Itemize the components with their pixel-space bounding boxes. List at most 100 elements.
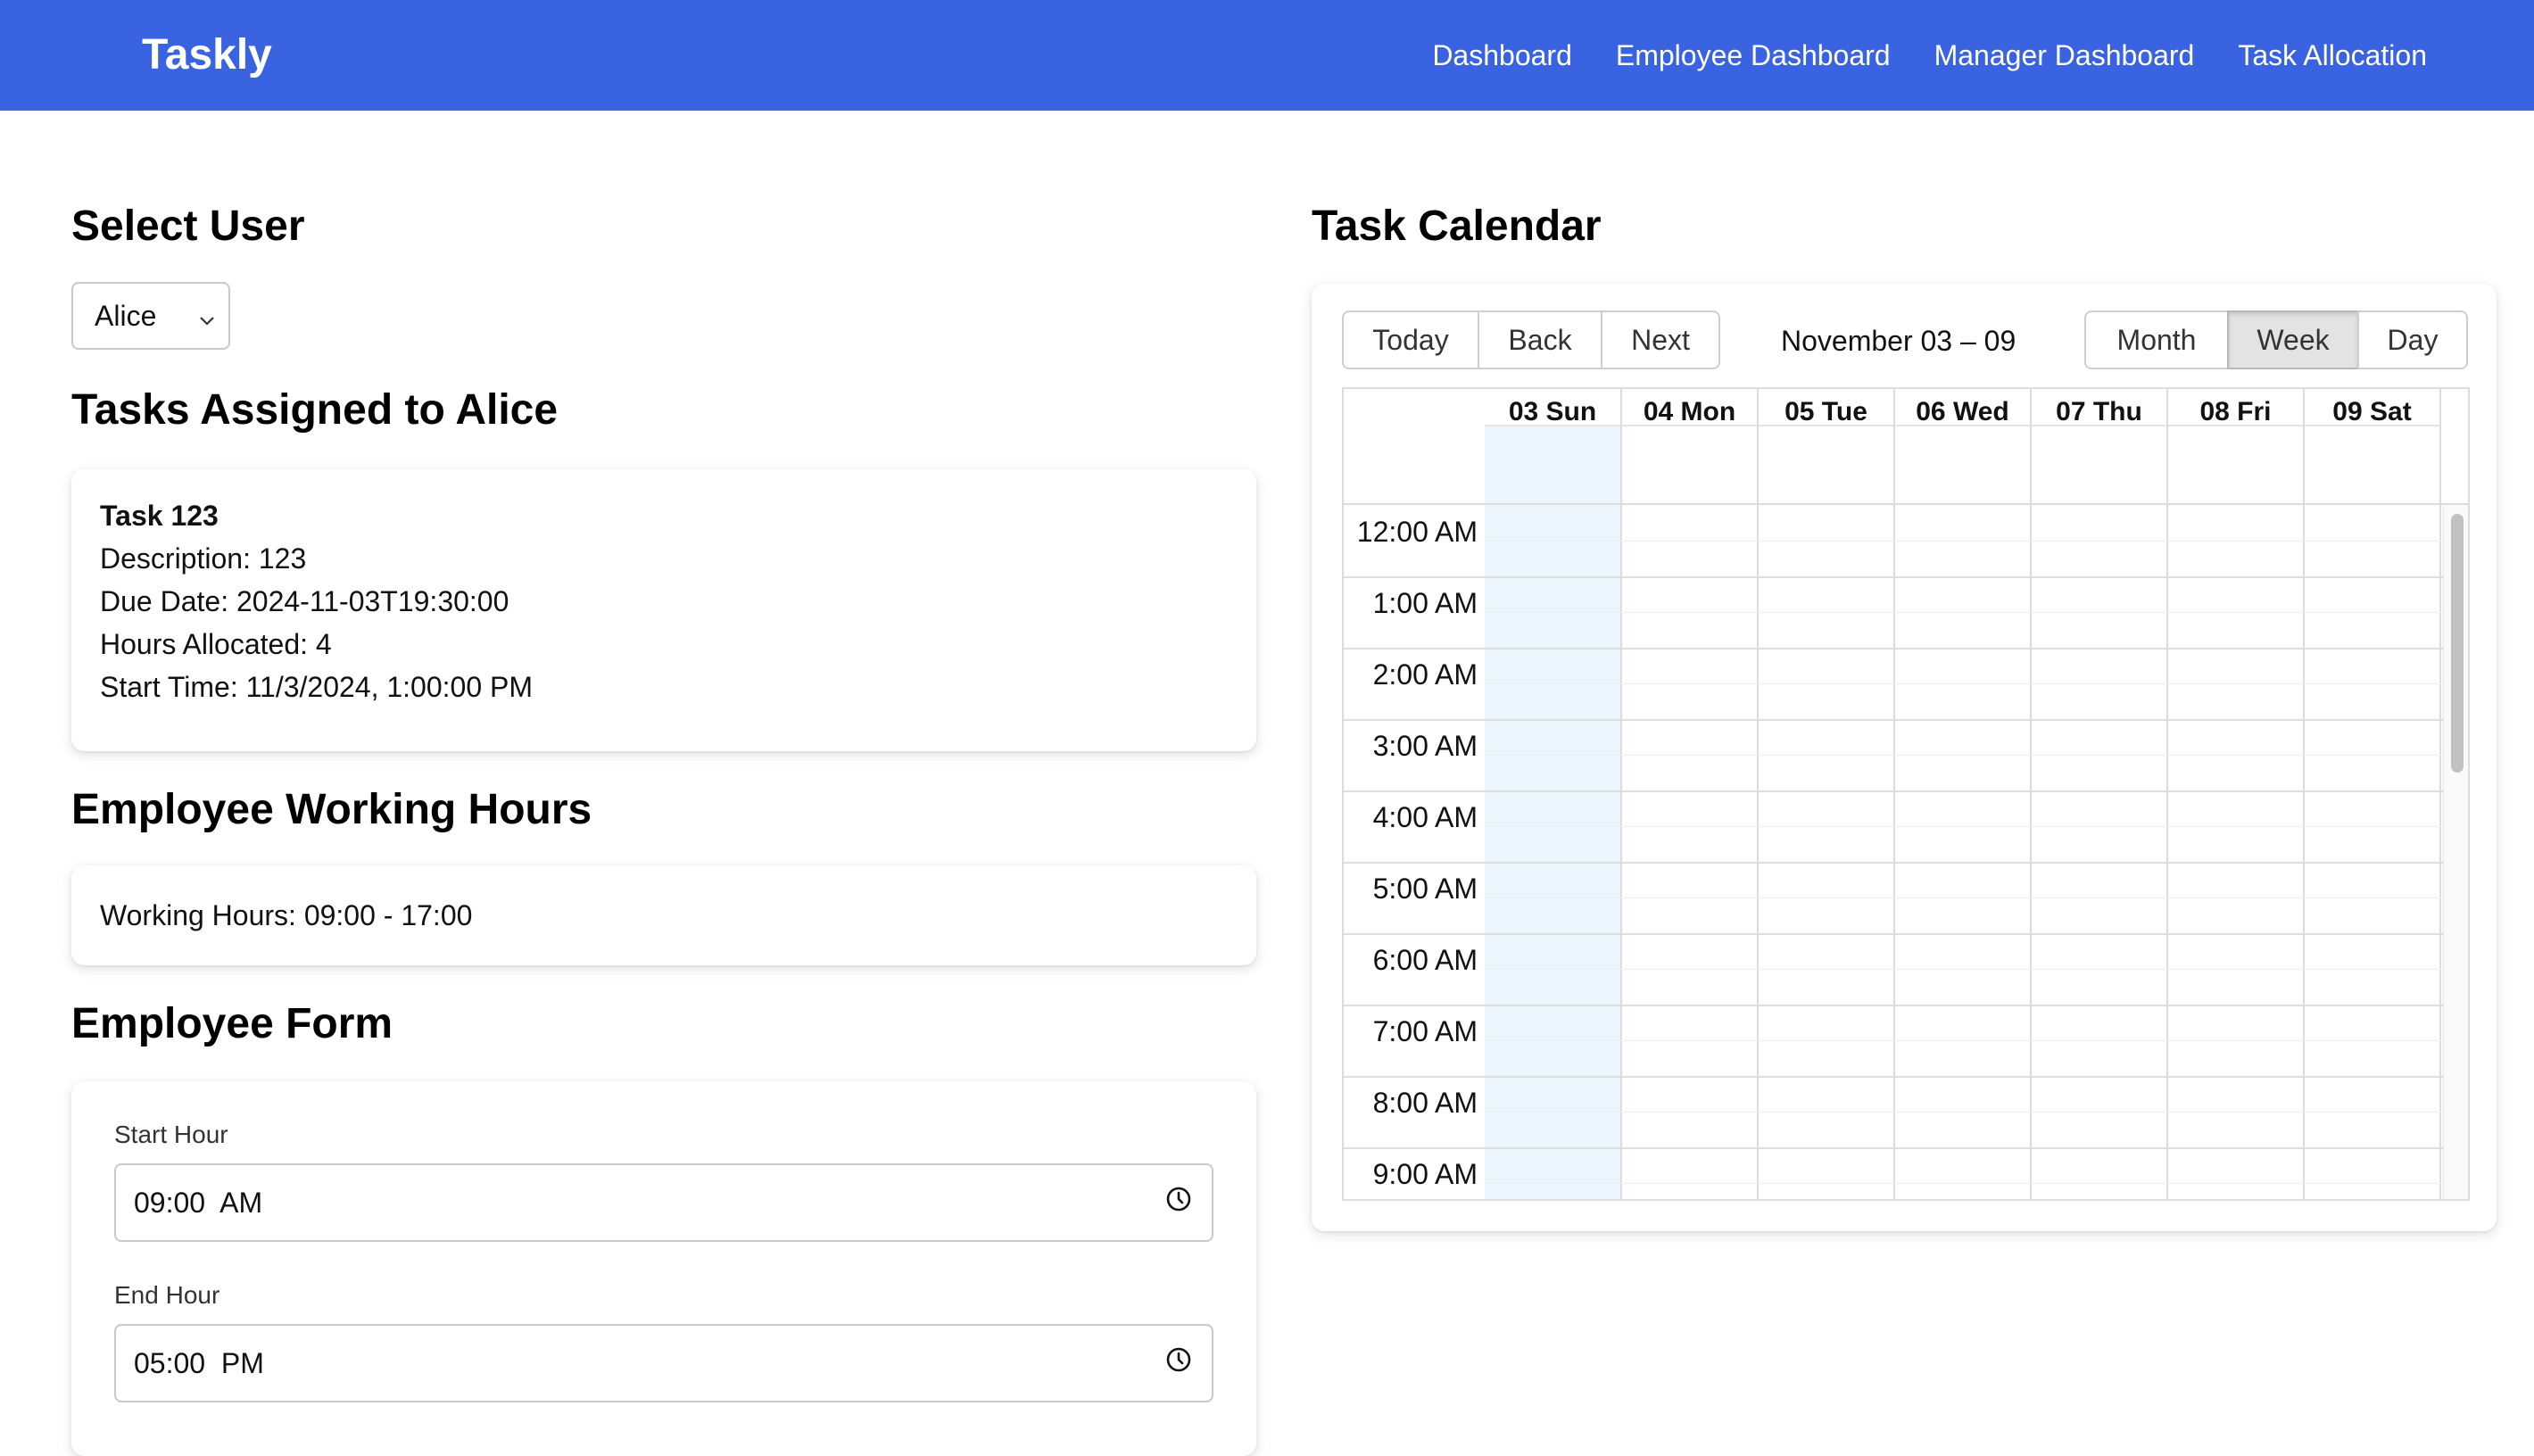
- end-hour-input[interactable]: 05:00 PM: [114, 1324, 1213, 1402]
- time-label: 3:00 AM: [1372, 730, 1478, 762]
- hour-line: [1485, 576, 2466, 578]
- day-column-thu[interactable]: [2032, 505, 2168, 1199]
- time-label: 4:00 AM: [1372, 801, 1478, 833]
- hour-line: [1485, 719, 2466, 721]
- employee-form: Start Hour 09:00 AM End Hour 05:00 PM: [71, 1081, 1256, 1456]
- chevron-down-icon: [196, 305, 218, 338]
- all-day-cell[interactable]: [1895, 425, 2030, 503]
- calendar-nav-group: Today Back Next: [1342, 310, 1720, 369]
- day-header-fri[interactable]: 08 Fri: [2168, 389, 2305, 503]
- next-button[interactable]: Next: [1601, 310, 1720, 369]
- day-column-fri[interactable]: [2168, 505, 2305, 1199]
- time-label: 9:00 AM: [1372, 1158, 1478, 1190]
- nav-link-task-allocation[interactable]: Task Allocation: [2238, 32, 2427, 79]
- all-day-cell[interactable]: [1759, 425, 1893, 503]
- hour-divider: [1344, 719, 1485, 721]
- calendar-scrollbar-thumb[interactable]: [2451, 514, 2464, 773]
- all-day-cell[interactable]: [1622, 425, 1757, 503]
- employee-form-heading: Employee Form: [71, 1000, 393, 1047]
- day-header-sun[interactable]: 03 Sun: [1485, 389, 1622, 503]
- calendar-grid: 03 Sun 04 Mon 05 Tue 06 Wed 07 Thu 08 Fr…: [1342, 387, 2470, 1201]
- half-hour-line: [1485, 1112, 2466, 1113]
- half-hour-line: [1485, 755, 2466, 756]
- nav-link-employee-dashboard[interactable]: Employee Dashboard: [1616, 32, 1891, 79]
- hour-divider: [1344, 1076, 1485, 1078]
- hour-line: [1485, 933, 2466, 935]
- user-select-value: Alice: [95, 299, 157, 332]
- day-header-tue[interactable]: 05 Tue: [1759, 389, 1895, 503]
- calendar-scrollbar[interactable]: [2443, 505, 2468, 1199]
- working-hours-card: Working Hours: 09:00 - 17:00: [71, 865, 1256, 965]
- all-day-cell[interactable]: [2168, 425, 2303, 503]
- time-label: 8:00 AM: [1372, 1087, 1478, 1119]
- hour-divider: [1344, 790, 1485, 792]
- day-header-wed[interactable]: 06 Wed: [1895, 389, 2032, 503]
- hour-divider: [1344, 933, 1485, 935]
- working-hours-text: Working Hours: 09:00 - 17:00: [100, 899, 473, 931]
- hour-line: [1485, 1147, 2466, 1149]
- end-hour-label: End Hour: [114, 1281, 220, 1309]
- working-hours-heading: Employee Working Hours: [71, 786, 592, 833]
- task-card: Task 123 Description: 123 Due Date: 2024…: [71, 469, 1256, 751]
- clock-icon[interactable]: [1165, 1186, 1192, 1220]
- day-view-button[interactable]: Day: [2357, 310, 2468, 369]
- day-header-mon[interactable]: 04 Mon: [1622, 389, 1759, 503]
- tasks-heading: Tasks Assigned to Alice: [71, 386, 559, 434]
- day-column-sat[interactable]: [2305, 505, 2441, 1199]
- hour-line: [1485, 862, 2466, 864]
- calendar-header-row: 03 Sun 04 Mon 05 Tue 06 Wed 07 Thu 08 Fr…: [1344, 389, 2468, 505]
- hour-divider: [1344, 648, 1485, 649]
- brand-logo[interactable]: Taskly: [142, 27, 272, 84]
- time-label: 1:00 AM: [1372, 587, 1478, 619]
- back-button[interactable]: Back: [1478, 310, 1602, 369]
- half-hour-line: [1485, 612, 2466, 613]
- day-column-wed[interactable]: [1895, 505, 2032, 1199]
- task-calendar-heading: Task Calendar: [1312, 203, 1602, 250]
- day-column-sun[interactable]: [1485, 505, 1622, 1199]
- all-day-cell[interactable]: [1485, 425, 1620, 503]
- nav-link-dashboard[interactable]: Dashboard: [1432, 32, 1572, 79]
- day-header-thu[interactable]: 07 Thu: [2032, 389, 2168, 503]
- half-hour-line: [1485, 969, 2466, 970]
- time-label: 12:00 AM: [1356, 516, 1478, 548]
- task-hours: Hours Allocated: 4: [100, 628, 332, 660]
- hour-divider: [1344, 862, 1485, 864]
- half-hour-line: [1485, 1040, 2466, 1041]
- time-label: 7:00 AM: [1372, 1015, 1478, 1047]
- week-view-button[interactable]: Week: [2227, 310, 2359, 369]
- calendar-view-group: Month Week Day: [2084, 310, 2468, 369]
- nav-links: Dashboard Employee Dashboard Manager Das…: [1432, 32, 2427, 79]
- hour-line: [1485, 648, 2466, 649]
- start-hour-value: 09:00 AM: [134, 1186, 263, 1219]
- all-day-cell[interactable]: [2305, 425, 2439, 503]
- hour-divider: [1344, 576, 1485, 578]
- header-gutter: [1344, 389, 1486, 503]
- start-hour-label: Start Hour: [114, 1121, 228, 1148]
- user-select[interactable]: Alice: [71, 282, 230, 350]
- hour-line: [1485, 1076, 2466, 1078]
- task-due-date: Due Date: 2024-11-03T19:30:00: [100, 585, 509, 617]
- half-hour-line: [1485, 541, 2466, 542]
- task-start-time: Start Time: 11/3/2024, 1:00:00 PM: [100, 671, 534, 703]
- hour-line: [1485, 1005, 2466, 1006]
- time-label: 6:00 AM: [1372, 944, 1478, 976]
- hour-divider: [1344, 1147, 1485, 1149]
- half-hour-line: [1485, 683, 2466, 684]
- calendar-time-grid: 12:00 AM 1:00 AM 2:00 AM 3:00 AM 4:00 AM…: [1344, 505, 2468, 1199]
- calendar-range-label: November 03 – 09: [1781, 325, 2016, 357]
- start-hour-input[interactable]: 09:00 AM: [114, 1163, 1213, 1242]
- all-day-cell[interactable]: [2032, 425, 2166, 503]
- clock-icon[interactable]: [1165, 1346, 1192, 1380]
- time-label: 5:00 AM: [1372, 873, 1478, 905]
- task-name: Task 123: [100, 500, 219, 532]
- day-column-mon[interactable]: [1622, 505, 1759, 1199]
- time-label: 2:00 AM: [1372, 658, 1478, 691]
- today-button[interactable]: Today: [1342, 310, 1479, 369]
- month-view-button[interactable]: Month: [2084, 310, 2229, 369]
- day-header-sat[interactable]: 09 Sat: [2305, 389, 2441, 503]
- select-user-heading: Select User: [71, 203, 305, 250]
- half-hour-line: [1485, 1183, 2466, 1184]
- hour-line: [1485, 790, 2466, 792]
- day-column-tue[interactable]: [1759, 505, 1895, 1199]
- nav-link-manager-dashboard[interactable]: Manager Dashboard: [1934, 32, 2195, 79]
